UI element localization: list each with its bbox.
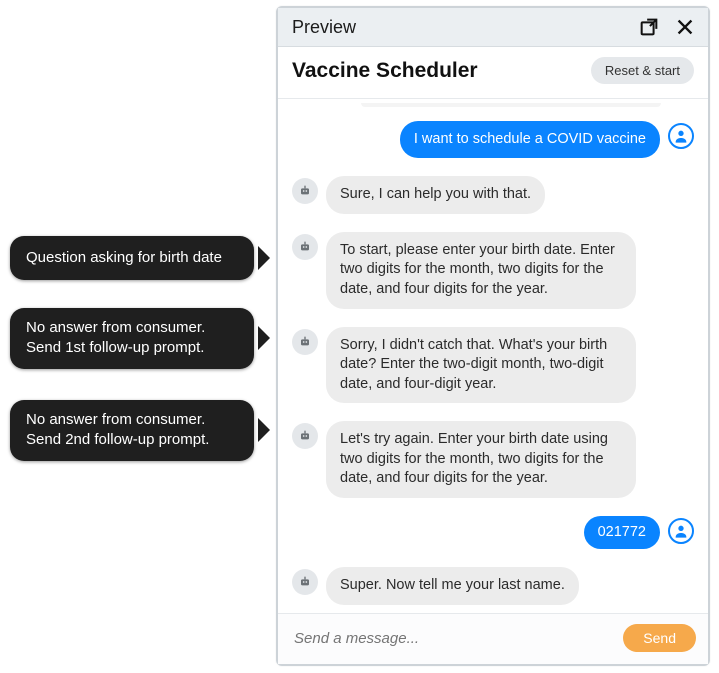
chat-row-bot: Sure, I can help you with that. xyxy=(292,176,694,214)
preview-title: Preview xyxy=(292,17,356,38)
bot-avatar-icon xyxy=(292,329,318,355)
popout-icon[interactable] xyxy=(638,16,660,38)
user-avatar-icon xyxy=(668,518,694,544)
bot-message-bubble: Super. Now tell me your last name. xyxy=(326,567,579,605)
message-input[interactable] xyxy=(292,629,613,648)
preview-panel: Preview Vaccine Scheduler Reset & start xyxy=(276,6,710,666)
bot-avatar-icon xyxy=(292,234,318,260)
user-avatar-icon xyxy=(668,123,694,149)
bot-avatar-icon xyxy=(292,569,318,595)
app-header: Vaccine Scheduler Reset & start xyxy=(278,47,708,99)
bot-message-bubble: Sure, I can help you with that. xyxy=(326,176,545,214)
preview-header-actions xyxy=(638,16,696,38)
annotation-text: Send 1st follow-up prompt. xyxy=(26,339,204,356)
chat-scroll-area[interactable]: I want to schedule a COVID vaccine Sure,… xyxy=(278,99,708,613)
annotation-text: Send 2nd follow-up prompt. xyxy=(26,431,209,448)
chat-row-bot: Super. Now tell me your last name. xyxy=(292,567,694,605)
user-message-bubble: 021772 xyxy=(584,516,660,550)
annotation-followup-2: No answer from consumer. Send 2nd follow… xyxy=(10,400,254,461)
annotation-followup-1: No answer from consumer. Send 1st follow… xyxy=(10,308,254,369)
annotation-text: No answer from consumer. xyxy=(26,319,205,336)
send-button[interactable]: Send xyxy=(623,624,696,652)
reset-start-button[interactable]: Reset & start xyxy=(591,57,694,84)
chat-row-user: 021772 xyxy=(292,516,694,550)
bot-message-bubble: Sorry, I didn't catch that. What's your … xyxy=(326,327,636,404)
annotation-text: No answer from consumer. xyxy=(26,411,205,428)
bot-message-bubble: Let's try again. Enter your birth date u… xyxy=(326,421,636,498)
close-icon[interactable] xyxy=(674,16,696,38)
composer: Send xyxy=(278,613,708,664)
app-title: Vaccine Scheduler xyxy=(292,59,478,83)
annotation-text: Question asking for birth date xyxy=(26,249,222,266)
bot-avatar-icon xyxy=(292,423,318,449)
annotation-birthdate-question: Question asking for birth date xyxy=(10,236,254,280)
bot-message-bubble: To start, please enter your birth date. … xyxy=(326,232,636,309)
chat-row-bot: To start, please enter your birth date. … xyxy=(292,232,694,309)
bot-avatar-icon xyxy=(292,178,318,204)
user-message-bubble: I want to schedule a COVID vaccine xyxy=(400,121,660,159)
preview-header: Preview xyxy=(278,8,708,47)
chat-row-user: I want to schedule a COVID vaccine xyxy=(292,121,694,159)
clipped-earlier-message-hint xyxy=(361,103,661,107)
chat-row-bot: Sorry, I didn't catch that. What's your … xyxy=(292,327,694,404)
chat-row-bot: Let's try again. Enter your birth date u… xyxy=(292,421,694,498)
